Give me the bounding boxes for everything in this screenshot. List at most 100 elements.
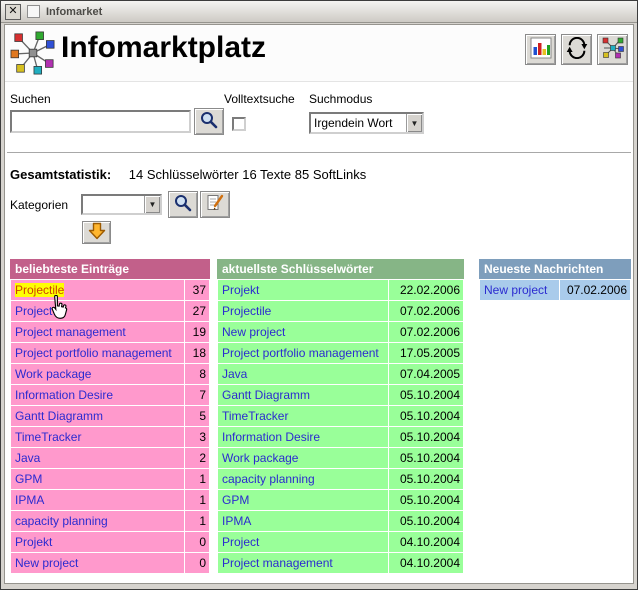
search-button[interactable] (194, 108, 224, 135)
entry-date: 22.02.2006 (389, 280, 463, 300)
entry-date: 17.05.2005 (389, 343, 463, 363)
entry-cell: Projectile (218, 301, 388, 321)
entry-link[interactable]: Work package (222, 451, 298, 465)
entry-link[interactable]: Project portfolio management (222, 346, 379, 360)
statistics-button[interactable] (525, 34, 556, 65)
entry-link[interactable]: Information Desire (15, 388, 113, 402)
entry-link[interactable]: TimeTracker (222, 409, 288, 423)
entry-date: 07.02.2006 (560, 280, 630, 300)
infomarket-home-button[interactable] (597, 34, 628, 65)
entry-link[interactable]: IPMA (15, 493, 44, 507)
entry-cell: TimeTracker (11, 427, 184, 447)
entry-count: 1 (185, 469, 209, 489)
entry-link[interactable]: Projectile (15, 283, 64, 297)
entry-cell: capacity planning (218, 469, 388, 489)
entry-link[interactable]: IPMA (222, 514, 251, 528)
fulltext-checkbox[interactable] (232, 117, 246, 131)
list-row: Project portfolio management 17.05.2005 (218, 343, 463, 363)
list-row: Project management04.10.2004 (218, 553, 463, 573)
statistics-value: 14 Schlüsselwörter 16 Texte 85 SoftLinks (129, 167, 367, 182)
go-down-button[interactable] (82, 221, 111, 244)
search-mode-label: Suchmodus (309, 92, 372, 106)
entry-link[interactable]: Java (222, 367, 247, 381)
entry-link[interactable]: New project (222, 325, 285, 339)
entry-cell: New project (218, 322, 388, 342)
popular-entries-header: beliebteste Einträge (10, 259, 210, 279)
section-divider (7, 152, 631, 154)
entry-link[interactable]: Java (15, 451, 40, 465)
entry-cell: Projectile (11, 280, 184, 300)
entry-count: 5 (185, 406, 209, 426)
entry-count: 27 (185, 301, 209, 321)
network-diagram-icon (602, 37, 624, 62)
entry-link[interactable]: Work package (15, 367, 91, 381)
list-row: TimeTracker 05.10.2004 (218, 406, 463, 426)
content-frame: Infomarktplatz (4, 24, 634, 584)
entry-date: 05.10.2004 (389, 385, 463, 405)
entry-count: 8 (185, 364, 209, 384)
search-input[interactable] (10, 110, 191, 133)
refresh-button[interactable] (561, 34, 592, 65)
entry-link[interactable]: Projekt (15, 535, 52, 549)
statistics-label: Gesamtstatistik: (10, 167, 111, 182)
close-button[interactable]: ✕ (5, 4, 21, 20)
entry-count: 2 (185, 448, 209, 468)
search-mode-select[interactable]: Irgendein Wort ▼ (309, 112, 424, 134)
categories-search-button[interactable] (168, 191, 198, 218)
header-toolbar (525, 34, 628, 65)
entry-link[interactable]: capacity planning (222, 472, 315, 486)
entry-date: 05.10.2004 (389, 448, 463, 468)
list-row: Gantt Diagramm 05.10.2004 (218, 385, 463, 405)
entry-cell: Gantt Diagramm (218, 385, 388, 405)
entry-link[interactable]: New project (15, 556, 78, 570)
entry-link[interactable]: Gantt Diagramm (15, 409, 103, 423)
titlebar: ✕ Infomarket (1, 1, 637, 23)
entry-link[interactable]: Project management (222, 556, 333, 570)
magnifier-icon (199, 110, 219, 133)
entry-cell: IPMA (11, 490, 184, 510)
entry-link[interactable]: New project (484, 283, 547, 297)
entry-link[interactable]: GPM (222, 493, 249, 507)
entry-cell: Gantt Diagramm (11, 406, 184, 426)
popular-entries-list: Projectile 3 7 Project 27 Project management 1… (10, 279, 210, 574)
entry-link[interactable]: TimeTracker (15, 430, 81, 444)
list-row: Java 2 (11, 448, 209, 468)
entry-count: 3 (185, 427, 209, 447)
entry-cell: Project management (11, 322, 184, 342)
list-row: Project04.10.2004 (218, 532, 463, 552)
entry-cell: TimeTracker (218, 406, 388, 426)
entry-link[interactable]: Projectile (222, 304, 271, 318)
list-row: Java07.04.2005 (218, 364, 463, 384)
down-arrow-icon (87, 221, 107, 244)
entry-cell: Information Desire (218, 427, 388, 447)
entry-link[interactable]: Project portfolio management (15, 346, 172, 360)
categories-select[interactable]: ▼ (81, 194, 162, 215)
categories-edit-button[interactable] (200, 191, 230, 218)
entry-link[interactable]: Information Desire (222, 430, 320, 444)
entry-count: 0 (185, 532, 209, 552)
entry-link[interactable]: Gantt Diagramm (222, 388, 310, 402)
entry-count: 0 (185, 553, 209, 573)
entry-count: 7 (185, 385, 209, 405)
entry-link[interactable]: Project management (15, 325, 126, 339)
list-row: Information Desire05.10.2004 (218, 427, 463, 447)
entry-count: 19 (185, 322, 209, 342)
entry-date: 05.10.2004 (389, 469, 463, 489)
entry-link[interactable]: Projekt (222, 283, 259, 297)
magnifier-icon (173, 193, 193, 216)
list-row: capacity planning 05.10.2004 (218, 469, 463, 489)
entry-date: 07.02.2006 (389, 301, 463, 321)
chevron-down-icon: ▼ (144, 196, 160, 213)
entry-date: 05.10.2004 (389, 406, 463, 426)
entry-link[interactable]: GPM (15, 472, 42, 486)
search-mode-value: Irgendein Wort (311, 114, 406, 132)
entry-count: 1 (185, 490, 209, 510)
entry-link[interactable]: Project (222, 535, 259, 549)
list-row: New project07.02.2006 (218, 322, 463, 342)
entry-cell: Project (218, 532, 388, 552)
latest-keywords-column: aktuellste Schlüsselwörter Projekt22.02.… (217, 259, 464, 574)
entry-link[interactable]: capacity planning (15, 514, 108, 528)
latest-news-column: Neueste Nachrichten New project07.02.200… (479, 259, 631, 301)
entry-link[interactable]: Project (15, 304, 52, 318)
list-row: Work package 05.10.2004 (218, 448, 463, 468)
